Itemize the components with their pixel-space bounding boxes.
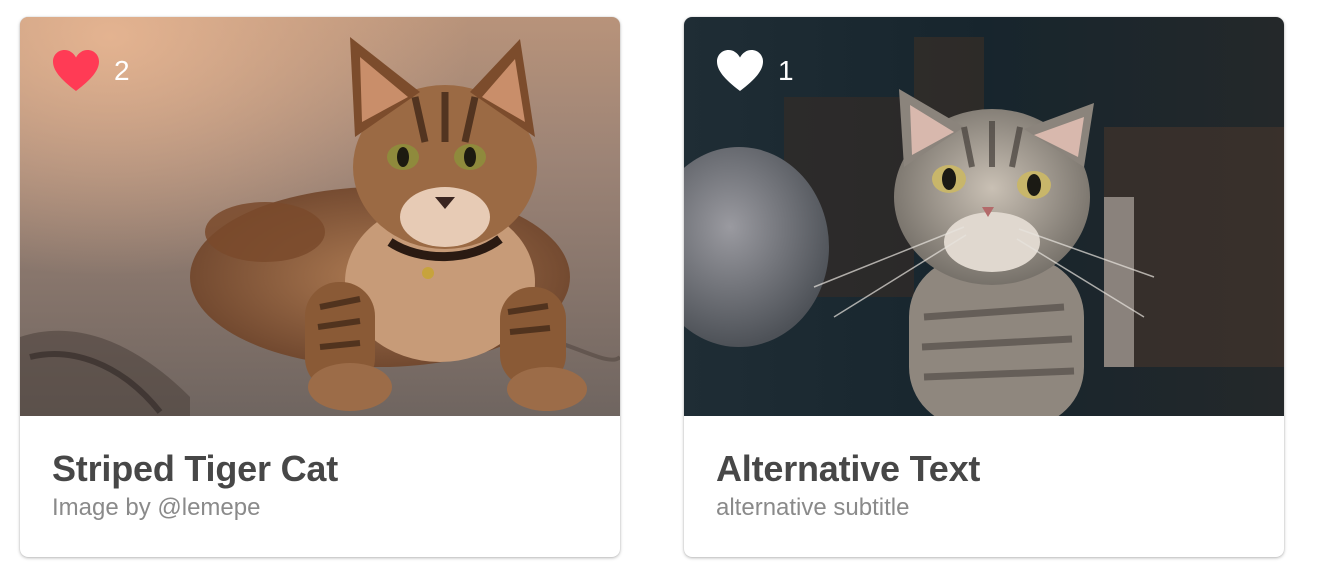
cat-photo: 1: [684, 17, 1284, 416]
photo-card: 1 Alternative Text alternative subtitle: [684, 17, 1284, 557]
cat-photo: 2: [20, 17, 620, 416]
card-subtitle: alternative subtitle: [716, 494, 910, 521]
like-count: 1: [778, 55, 794, 86]
card-caption: Alternative Text alternative subtitle: [716, 447, 980, 523]
card-title: Alternative Text: [716, 448, 981, 489]
photo-card: 2 Striped Tiger Cat Image by @lemepe: [20, 17, 620, 557]
card-title: Striped Tiger Cat: [52, 448, 338, 489]
like-button[interactable]: 2: [52, 49, 130, 93]
card-subtitle: Image by @lemepe: [52, 494, 261, 521]
heart-icon: [717, 50, 763, 91]
like-count: 2: [114, 55, 130, 86]
heart-filled-icon: [53, 50, 99, 91]
like-button[interactable]: 1: [716, 49, 794, 93]
card-caption: Striped Tiger Cat Image by @lemepe: [52, 447, 338, 523]
